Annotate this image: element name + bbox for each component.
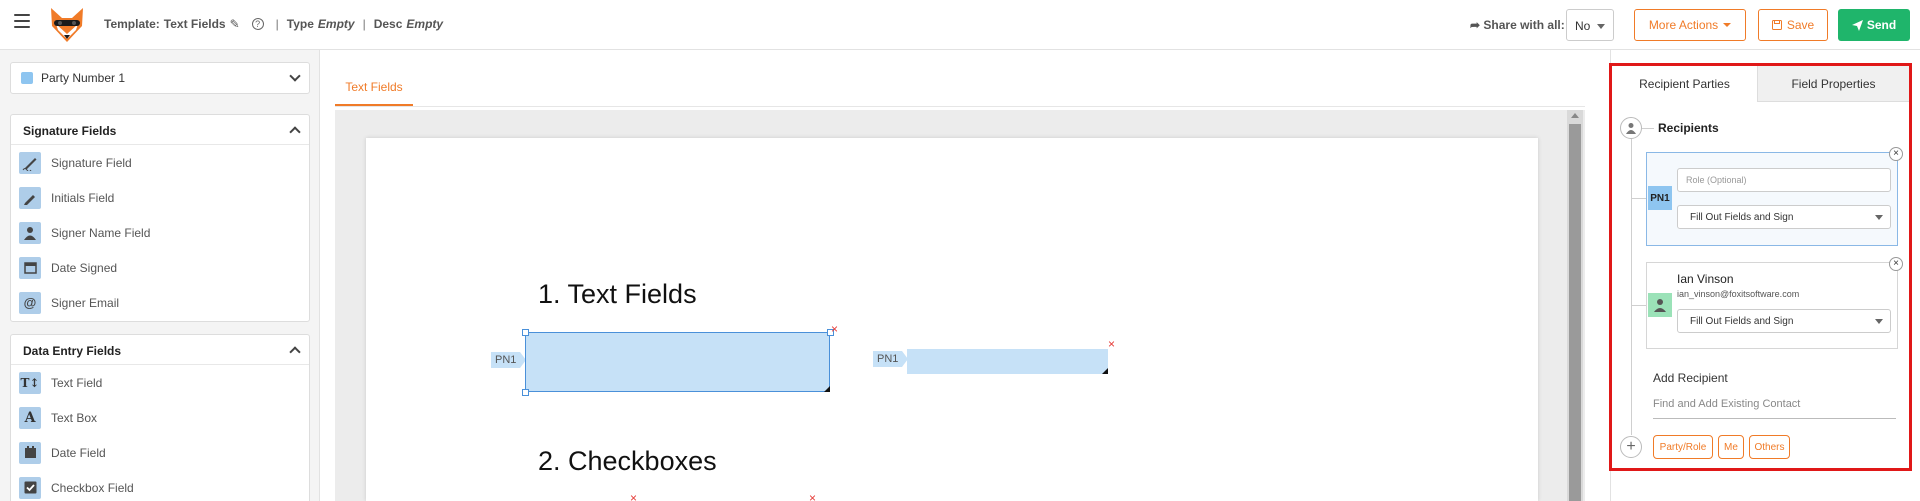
document-heading-text-fields: 1. Text Fields	[538, 279, 697, 309]
left-panel: Party Number 1 Signature Fields Signatur…	[0, 50, 320, 501]
help-icon[interactable]: ?	[251, 18, 264, 30]
field-item-initials[interactable]: Initials Field	[11, 180, 309, 215]
resize-corner[interactable]	[824, 386, 830, 392]
desc-value: Empty	[406, 17, 444, 31]
foxit-logo	[46, 4, 88, 46]
text-field-box-selected[interactable]	[525, 332, 830, 392]
share-label: Share with all:	[1483, 18, 1565, 32]
field-item-label: Checkbox Field	[51, 480, 134, 495]
highlight-frame	[1609, 63, 1912, 471]
field-item-signer-email[interactable]: @ Signer Email	[11, 285, 309, 320]
field-item-label: Signature Field	[51, 155, 132, 170]
floppy-disk-icon	[1771, 20, 1782, 30]
delete-field-icon[interactable]: ×	[1108, 338, 1115, 350]
separator: |	[275, 17, 279, 31]
save-button[interactable]: Save	[1758, 9, 1828, 41]
calendar-icon	[19, 441, 41, 464]
field-item-label: Date Signed	[51, 260, 118, 275]
chevron-up-icon	[289, 126, 301, 138]
template-label: Template:	[104, 17, 160, 31]
party-select[interactable]: Party Number 1	[10, 62, 310, 94]
data-entry-fields-section: Data Entry Fields T↕ Text Field A Text B…	[10, 334, 310, 501]
template-info: Template: Text Fields ✎ ? | Type Empty |…	[104, 17, 443, 31]
send-button[interactable]: Send	[1838, 9, 1910, 41]
save-label: Save	[1786, 18, 1815, 32]
paper-plane-icon	[1851, 19, 1863, 31]
checkbox-icon	[19, 476, 41, 499]
resize-handle[interactable]	[522, 389, 529, 396]
field-item-checkbox-field[interactable]: Checkbox Field	[11, 470, 309, 501]
share-with-all: ➦ Share with all:	[1470, 18, 1565, 32]
field-item-text-field[interactable]: T↕ Text Field	[11, 365, 309, 400]
field-item-label: Text Box	[51, 410, 98, 425]
more-actions-button[interactable]: More Actions	[1634, 9, 1746, 41]
calendar-icon	[19, 256, 41, 279]
text-box-icon: A	[19, 406, 41, 429]
separator: |	[362, 17, 366, 31]
template-name: Text Fields	[163, 17, 226, 31]
type-label: Type	[286, 17, 314, 31]
field-item-label: Signer Name Field	[51, 225, 151, 240]
document-heading-checkboxes: 2. Checkboxes	[538, 446, 717, 476]
party-color-swatch	[21, 72, 33, 84]
field-item-signature[interactable]: Signature Field	[11, 145, 309, 180]
delete-field-icon[interactable]: ×	[831, 323, 838, 335]
signature-fields-section: Signature Fields Signature Field Initial…	[10, 114, 310, 322]
more-actions-label: More Actions	[1648, 18, 1719, 32]
chevron-down-icon	[1597, 24, 1605, 29]
section-title: Signature Fields	[23, 124, 117, 138]
field-party-tag: PN1	[873, 351, 909, 367]
chevron-down-icon	[289, 70, 301, 82]
party-select-value: Party Number 1	[41, 71, 126, 85]
edit-pencil-icon[interactable]: ✎	[230, 17, 240, 31]
share-select-value: No	[1575, 19, 1591, 33]
field-item-date-field[interactable]: Date Field	[11, 435, 309, 470]
field-party-tag: PN1	[491, 352, 527, 368]
pen-icon	[19, 186, 41, 209]
top-bar: Template: Text Fields ✎ ? | Type Empty |…	[0, 0, 1920, 50]
signature-fields-header[interactable]: Signature Fields	[11, 115, 309, 145]
type-value: Empty	[317, 17, 355, 31]
field-item-signer-name[interactable]: Signer Name Field	[11, 215, 309, 250]
signature-icon	[19, 151, 41, 174]
chevron-up-icon	[289, 346, 301, 358]
field-item-label: Text Field	[51, 375, 103, 390]
data-entry-fields-header[interactable]: Data Entry Fields	[11, 335, 309, 365]
field-item-text-box[interactable]: A Text Box	[11, 400, 309, 435]
chevron-down-icon	[1723, 23, 1732, 27]
resize-corner[interactable]	[1102, 368, 1108, 374]
delete-field-icon[interactable]: ×	[809, 492, 816, 501]
text-field-icon: T↕	[19, 371, 41, 394]
tab-text-fields[interactable]: Text Fields	[335, 64, 413, 106]
scrollbar-thumb[interactable]	[1569, 124, 1581, 501]
desc-label: Desc	[373, 17, 403, 31]
hamburger-menu-icon[interactable]	[14, 14, 30, 28]
person-icon	[19, 221, 41, 244]
field-item-label: Initials Field	[51, 190, 115, 205]
field-item-date-signed[interactable]: Date Signed	[11, 250, 309, 285]
field-item-label: Date Field	[51, 445, 106, 460]
text-field-box[interactable]	[907, 349, 1108, 374]
section-title: Data Entry Fields	[23, 344, 122, 358]
at-icon: @	[19, 291, 41, 314]
send-label: Send	[1866, 18, 1897, 32]
delete-field-icon[interactable]: ×	[630, 492, 637, 501]
tab-divider	[335, 106, 1585, 107]
scroll-up-arrow-icon[interactable]	[1571, 113, 1579, 118]
resize-handle[interactable]	[522, 329, 529, 336]
share-select[interactable]: No	[1566, 9, 1614, 41]
share-icon: ➦	[1470, 18, 1481, 32]
field-item-label: Signer Email	[51, 295, 120, 310]
